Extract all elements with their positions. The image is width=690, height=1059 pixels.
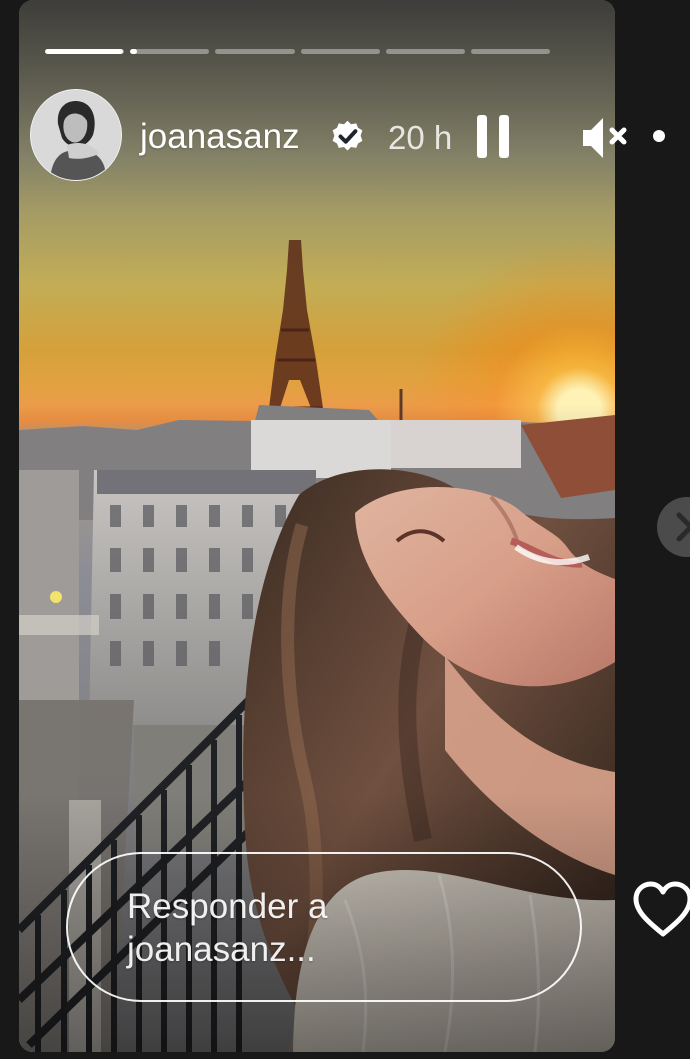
reply-input[interactable]: Responder a joanasanz... [66,852,582,1002]
profile-picture [31,90,121,180]
story-username[interactable]: joanasanz [140,117,300,157]
progress-segment-6 [470,49,551,54]
progress-segment-5 [385,49,465,54]
story-progress [45,49,551,55]
avatar[interactable] [30,89,122,181]
story-header: joanasanz 20 h [30,89,627,183]
next-story-button[interactable] [657,497,690,557]
progress-segment-1 [45,49,125,54]
story-viewer-screen: joanasanz 20 h Responder a joanasanz... [0,0,690,1059]
volume-muted-icon[interactable] [581,113,631,163]
story-time: 20 h [388,119,453,156]
progress-segment-4 [300,49,380,54]
progress-segment-2 [130,49,210,54]
progress-fill-1 [45,49,123,54]
progress-segment-3 [215,49,295,54]
chevron-right-icon [676,512,690,542]
more-icon[interactable] [647,126,677,146]
pause-icon[interactable] [477,113,513,163]
verified-badge-icon [332,120,363,151]
heart-icon[interactable] [632,880,690,938]
eiffel-tower [269,240,323,408]
progress-fill-2 [130,49,137,54]
